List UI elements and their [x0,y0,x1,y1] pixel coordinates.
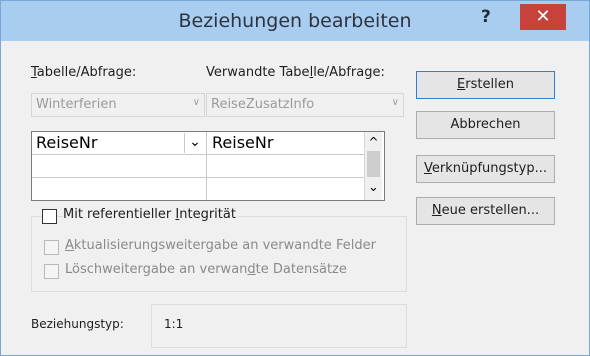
related-table-query-value: ReiseZusatzInfo [211,97,315,112]
dropdown-arrow-icon: ∨ [391,97,399,108]
close-icon: ✕ [535,6,551,27]
join-type-button[interactable]: Verknüpfungstyp... [416,155,555,183]
table-query-combo: Winterferien ∨ [31,93,205,117]
cascade-delete-checkbox[interactable] [44,264,59,279]
referential-integrity-checkbox[interactable] [42,209,57,224]
field-dropdown-button[interactable]: ⌄ [184,133,205,153]
create-new-button[interactable]: Neue erstellen... [416,197,555,225]
cascade-update-label: Aktualisierungsweitergabe an verwandte F… [65,238,376,253]
related-table-query-combo: ReiseZusatzInfo ∨ [206,93,404,117]
close-button[interactable]: ✕ [520,4,566,30]
scroll-up-icon[interactable]: ^ [365,132,382,150]
chevron-down-icon: ⌄ [189,134,201,150]
related-table-query-label: Verwandte Tabelle/Abfrage: [206,65,385,80]
table-query-label: Tabelle/Abfrage: [31,65,137,80]
grid-scrollbar[interactable]: ^ ⌄ [364,132,382,200]
cascade-update-checkbox[interactable] [44,240,59,255]
title-bar: Beziehungen bearbeiten ? ✕ [1,1,589,41]
edit-relationships-dialog: Beziehungen bearbeiten ? ✕ Tabelle/Abfra… [0,0,590,356]
scroll-down-icon[interactable]: ⌄ [365,180,382,198]
help-icon[interactable]: ? [481,7,491,27]
cancel-button[interactable]: Abbrechen [416,111,555,139]
relationship-type-value: 1:1 [164,317,184,331]
table-query-value: Winterferien [36,97,117,112]
dropdown-arrow-icon: ∨ [192,97,200,108]
dialog-title: Beziehungen bearbeiten [178,10,412,32]
left-field-cell[interactable]: ReiseNr [36,133,97,152]
referential-integrity-label: Mit referentieller Integrität [63,207,238,222]
field-mapping-grid: ReiseNr ⌄ ReiseNr ^ ⌄ [31,131,385,201]
relationship-type-label: Beziehungstyp: [31,317,124,331]
create-button[interactable]: Erstellen [416,71,555,99]
integrity-group [31,216,407,292]
scroll-thumb[interactable] [367,151,380,177]
cascade-delete-label: Löschweitergabe an verwandte Datensätze [65,262,347,277]
right-field-cell[interactable]: ReiseNr [212,133,273,152]
relationship-type-box: 1:1 [151,304,407,348]
